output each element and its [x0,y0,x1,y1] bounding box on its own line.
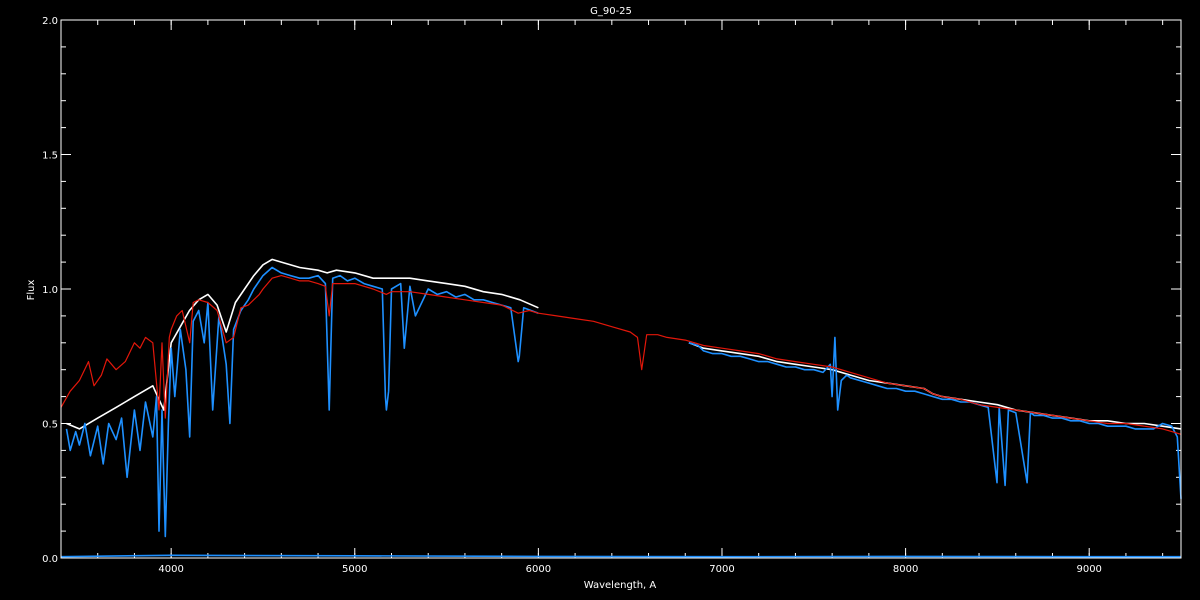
spectrum-chart: G_90-25 Wavelength, A Flux 4000 5000 6000 7… [0,0,1200,600]
x-tick-label: 5000 [342,564,367,575]
x-tick-label: 4000 [158,564,183,575]
y-tick-label: 2.0 [42,16,58,27]
x-tick-label: 9000 [1076,564,1101,575]
chart-title: G_90-25 [590,6,632,17]
y-tick-label: 0.0 [42,554,58,565]
chart-background [0,0,1200,600]
y-tick-label: 1.5 [42,151,58,162]
x-tick-label: 8000 [893,564,918,575]
x-tick-label: 7000 [709,564,734,575]
y-tick-label: 0.5 [42,420,58,431]
y-tick-label: 1.0 [42,285,58,296]
x-tick-label: 6000 [526,564,551,575]
x-axis-label: Wavelength, A [584,580,657,591]
y-axis-label: Flux [26,280,37,301]
